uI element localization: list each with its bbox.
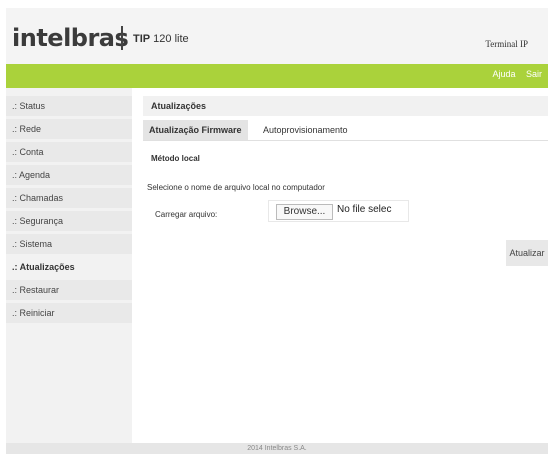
product-name: TIP 120 lite (133, 33, 189, 45)
sidebar: .: Status .: Rede .: Conta .: Agenda .: … (6, 88, 132, 443)
main-content: Atualizações Atualização Firmware Autopr… (143, 88, 548, 443)
terminal-label: Terminal IP (485, 39, 528, 49)
sidebar-item-atualizacoes[interactable]: .: Atualizações (6, 257, 132, 277)
top-links: Ajuda Sair (484, 69, 542, 79)
sidebar-item-sistema[interactable]: .: Sistema (6, 234, 132, 254)
sidebar-item-chamadas[interactable]: .: Chamadas (6, 188, 132, 208)
sidebar-item-restaurar[interactable]: .: Restaurar (6, 280, 132, 300)
tab-divider (143, 140, 548, 141)
sidebar-menu: .: Status .: Rede .: Conta .: Agenda .: … (6, 96, 132, 323)
logo-divider (121, 26, 123, 50)
product-model-rest: 120 lite (150, 33, 189, 45)
section-title: Método local (151, 154, 200, 163)
upload-label: Carregar arquivo: (155, 210, 218, 219)
sidebar-item-reiniciar[interactable]: .: Reiniciar (6, 303, 132, 323)
logout-link[interactable]: Sair (526, 69, 542, 79)
intelbras-logo: intelbras (12, 24, 129, 52)
sidebar-item-seguranca[interactable]: .: Segurança (6, 211, 132, 231)
sidebar-item-agenda[interactable]: .: Agenda (6, 165, 132, 185)
help-link[interactable]: Ajuda (492, 69, 515, 79)
section-description: Selecione o nome de arquivo local no com… (147, 183, 325, 192)
sidebar-item-conta[interactable]: .: Conta (6, 142, 132, 162)
product-model-bold: TIP (133, 33, 151, 45)
update-button[interactable]: Atualizar (506, 240, 548, 266)
top-nav-bar: Ajuda Sair (6, 64, 548, 88)
tab-bar: Atualização Firmware Autoprovisionamento (143, 120, 548, 140)
header: intelbras TIP 120 lite Terminal IP (6, 8, 548, 64)
page-container: intelbras TIP 120 lite Terminal IP Ajuda… (6, 8, 548, 454)
tab-autoprovisioning[interactable]: Autoprovisionamento (257, 120, 354, 140)
file-status-text: No file selec (337, 204, 392, 215)
browse-button[interactable]: Browse... (276, 204, 333, 220)
file-input[interactable]: Browse... No file selec (268, 200, 409, 222)
sidebar-item-rede[interactable]: .: Rede (6, 119, 132, 139)
page-title: Atualizações (143, 96, 548, 116)
tab-firmware-update[interactable]: Atualização Firmware (143, 120, 248, 140)
sidebar-item-status[interactable]: .: Status (6, 96, 132, 116)
footer: 2014 Intelbras S.A. (6, 443, 548, 454)
